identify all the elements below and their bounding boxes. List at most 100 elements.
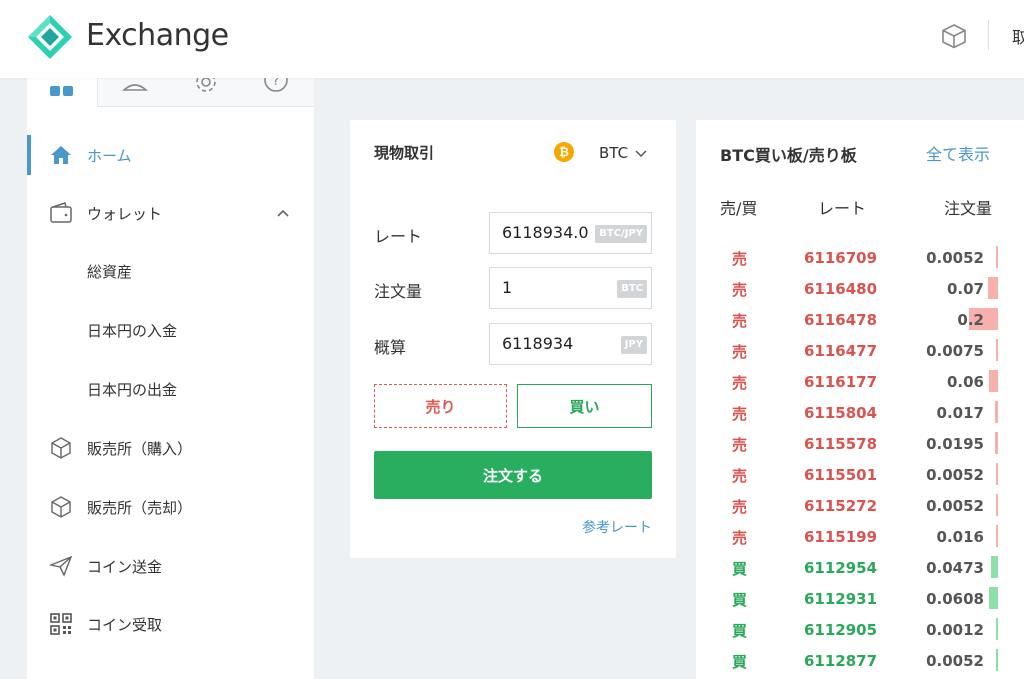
orderbook-row[interactable]: 売 6116709 0.0052 [696, 242, 1024, 273]
order-rate: 6112905 [804, 621, 878, 639]
depth-bar [995, 401, 998, 423]
order-side: 売 [732, 312, 748, 330]
buy-button[interactable]: 買い [517, 384, 652, 428]
order-quantity: 0.0473 [926, 559, 984, 577]
order-quantity: 0.016 [936, 528, 984, 546]
order-side: 売 [732, 250, 748, 268]
coin-select[interactable]: BTC [599, 144, 648, 162]
order-rate: 6116177 [804, 373, 878, 391]
sidebar-item-coin-send[interactable]: コイン送金 [27, 546, 314, 586]
sell-button[interactable]: 売り [374, 384, 507, 428]
order-quantity: 0.0052 [926, 466, 984, 484]
order-rate: 6112931 [804, 590, 878, 608]
unit-badge: BTC [617, 280, 647, 298]
order-rate: 6112954 [804, 559, 878, 577]
order-side: 売 [732, 467, 748, 485]
order-side: 買 [732, 622, 748, 640]
depth-bar [991, 556, 998, 578]
estimate-input[interactable]: 6118934 JPY [489, 323, 652, 365]
orderbook-row[interactable]: 買 6112954 0.0473 [696, 552, 1024, 583]
rate-input[interactable]: 6118934.0 BTC/JPY [489, 212, 652, 254]
estimate-label: 概算 [374, 338, 407, 357]
sidebar-item-label: 日本円の出金 [87, 381, 178, 399]
exchange-logo-icon[interactable] [26, 13, 74, 61]
chevron-up-icon[interactable] [275, 205, 291, 221]
cube-icon [51, 496, 71, 518]
orderbook-row[interactable]: 売 6115272 0.0052 [696, 490, 1024, 521]
sidebar-item-label: ホーム [87, 147, 132, 165]
panel-title: 現物取引 [374, 144, 435, 162]
order-side: 買 [732, 591, 748, 609]
sidebar-item-label: ウォレット [87, 205, 163, 223]
order-quantity: 0.0608 [926, 590, 984, 608]
sidebar-item-store-sell[interactable]: 販売所（売却） [27, 487, 314, 527]
sidebar-item-home[interactable]: ホーム [27, 135, 314, 175]
unit-badge: JPY [620, 336, 647, 354]
sidebar: ? ホーム ウォレット 総資産 日本円の入金 日本円の出金 販売所（購入） 販売… [27, 60, 314, 679]
order-quantity: 0.0075 [926, 342, 984, 360]
depth-bar [988, 277, 998, 299]
sidebar-item-jpy-withdraw[interactable]: 日本円の出金 [27, 369, 314, 409]
depth-bar [996, 525, 998, 547]
place-order-button[interactable]: 注文する [374, 451, 652, 499]
orderbook-row[interactable]: 売 6115578 0.0195 [696, 428, 1024, 459]
orderbook-row[interactable]: 買 6112905 0.0012 [696, 614, 1024, 645]
orderbook-row[interactable]: 売 6116477 0.0075 [696, 335, 1024, 366]
orderbook-row[interactable]: 売 6116177 0.06 [696, 366, 1024, 397]
quantity-value: 1 [502, 278, 513, 297]
cube-icon[interactable] [940, 22, 968, 50]
reference-rate-link[interactable]: 参考レート [582, 517, 652, 537]
sidebar-item-coin-receive[interactable]: コイン受取 [27, 604, 314, 644]
sidebar-item-label: 販売所（売却） [87, 499, 193, 517]
depth-bar [996, 246, 998, 268]
sidebar-item-label: 日本円の入金 [87, 322, 178, 340]
orderbook-row[interactable]: 買 6112931 0.0608 [696, 583, 1024, 614]
depth-bar [996, 494, 998, 516]
sidebar-item-wallet[interactable]: ウォレット [27, 193, 314, 233]
orderbook-row[interactable]: 売 6115804 0.017 [696, 397, 1024, 428]
order-quantity: 0.2 [957, 311, 984, 329]
brand-name: Exchange [86, 18, 229, 53]
sidebar-item-label: コイン送金 [87, 558, 163, 576]
spot-trade-panel: 現物取引 ₿ BTC レート 6118934.0 BTC/JPY 注文量 1 B… [350, 120, 676, 558]
show-all-link[interactable]: 全て表示 [926, 141, 990, 165]
order-side: 買 [732, 653, 748, 671]
sidebar-item-store-buy[interactable]: 販売所（購入） [27, 428, 314, 468]
sidebar-item-total-assets[interactable]: 総資産 [27, 251, 314, 291]
sidebar-item-jpy-deposit[interactable]: 日本円の入金 [27, 310, 314, 350]
order-rate: 6115578 [804, 435, 878, 453]
orderbook-row[interactable]: 売 6115199 0.016 [696, 521, 1024, 552]
sidebar-item-label: 販売所（購入） [87, 440, 193, 458]
order-side: 売 [732, 436, 748, 454]
order-side: 売 [732, 529, 748, 547]
order-quantity: 0.0195 [926, 435, 984, 453]
orderbook-row[interactable]: 売 6116478 0.2 [696, 304, 1024, 335]
order-rate: 6116480 [804, 280, 878, 298]
qr-code-icon [50, 613, 72, 635]
paper-plane-icon [49, 555, 73, 577]
rate-value: 6118934.0 [502, 223, 589, 242]
order-rate: 6115804 [804, 404, 878, 422]
order-rate: 6115501 [804, 466, 878, 484]
order-rate: 6116478 [804, 311, 878, 329]
orderbook-row[interactable]: 売 6116480 0.07 [696, 273, 1024, 304]
order-rate: 6115199 [804, 528, 878, 546]
bitcoin-icon: ₿ [554, 142, 574, 162]
order-quantity: 0.0052 [926, 652, 984, 670]
column-header-side: 売/買 [720, 199, 758, 218]
depth-bar [989, 370, 998, 392]
header-menu-item[interactable]: 取 [1012, 24, 1024, 48]
estimate-value: 6118934 [502, 334, 574, 353]
order-rate: 6116477 [804, 342, 878, 360]
home-icon [51, 146, 71, 164]
selected-coin: BTC [599, 144, 629, 162]
order-side: 売 [732, 498, 748, 516]
depth-bar [996, 463, 998, 485]
orderbook-row[interactable]: 売 6115501 0.0052 [696, 459, 1024, 490]
sidebar-item-label: 総資産 [87, 263, 133, 281]
quantity-input[interactable]: 1 BTC [489, 267, 652, 309]
order-quantity: 0.0052 [926, 249, 984, 267]
header-divider [988, 20, 989, 50]
orderbook-row[interactable]: 買 6112877 0.0052 [696, 645, 1024, 676]
order-side: 売 [732, 281, 748, 299]
